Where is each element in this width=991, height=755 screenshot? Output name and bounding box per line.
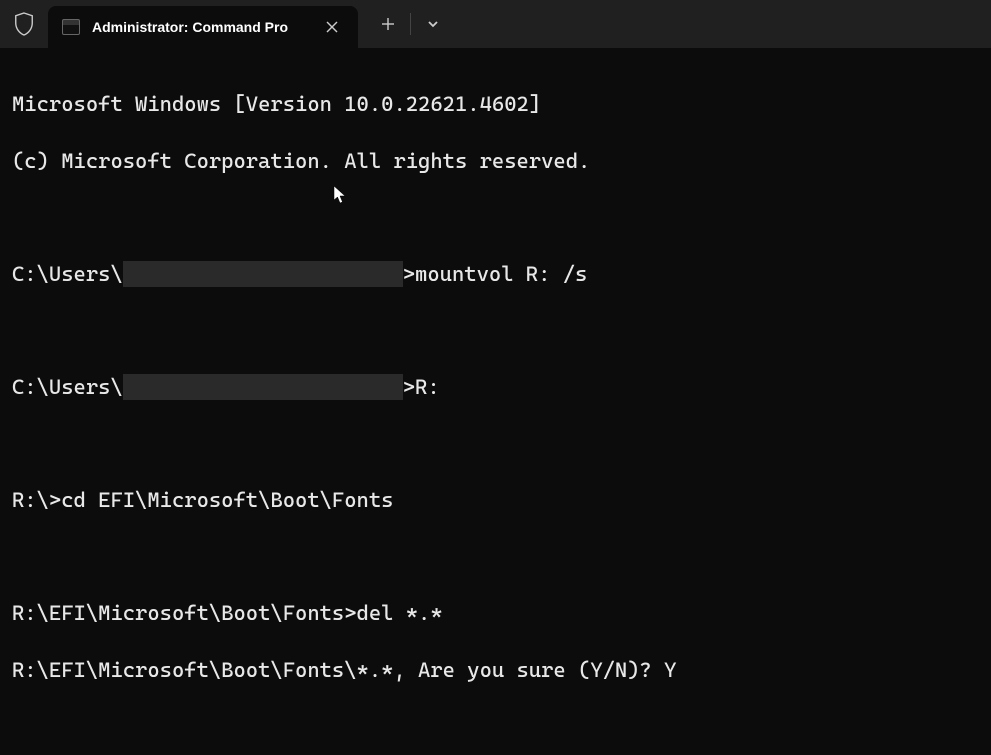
tab-title: Administrator: Command Pro (92, 19, 306, 35)
prompt-line: C:\Users\ >R: (12, 373, 979, 401)
cmd-icon (62, 19, 80, 35)
tab-dropdown-button[interactable] (411, 4, 455, 44)
titlebar: Administrator: Command Pro (0, 0, 991, 48)
close-tab-button[interactable] (318, 13, 346, 41)
command-text: >mountvol R: /s (403, 262, 588, 286)
uac-shield-area (0, 0, 48, 48)
redacted-username (123, 261, 403, 287)
prompt-line: C:\Users\ >mountvol R: /s (12, 260, 979, 288)
blank-line (12, 204, 979, 232)
blank-line (12, 543, 979, 571)
plus-icon (381, 17, 395, 31)
output-line: R:\EFI\Microsoft\Boot\Fonts>del *.* (12, 599, 979, 627)
output-line: (c) Microsoft Corporation. All rights re… (12, 147, 979, 175)
new-tab-button[interactable] (366, 4, 410, 44)
close-icon (326, 21, 338, 33)
redacted-username (123, 374, 403, 400)
command-text: >R: (403, 375, 440, 399)
terminal-output[interactable]: Microsoft Windows [Version 10.0.22621.46… (0, 48, 991, 755)
prompt-prefix: C:\Users\ (12, 375, 123, 399)
shield-icon (13, 11, 35, 37)
titlebar-actions (358, 0, 455, 48)
blank-line (12, 317, 979, 345)
prompt-prefix: C:\Users\ (12, 262, 123, 286)
output-line: R:\EFI\Microsoft\Boot\Fonts\*.*, Are you… (12, 656, 979, 684)
output-line: R:\>cd EFI\Microsoft\Boot\Fonts (12, 486, 979, 514)
blank-line (12, 430, 979, 458)
terminal-tab[interactable]: Administrator: Command Pro (48, 6, 358, 48)
output-line: Microsoft Windows [Version 10.0.22621.46… (12, 90, 979, 118)
chevron-down-icon (427, 18, 439, 30)
